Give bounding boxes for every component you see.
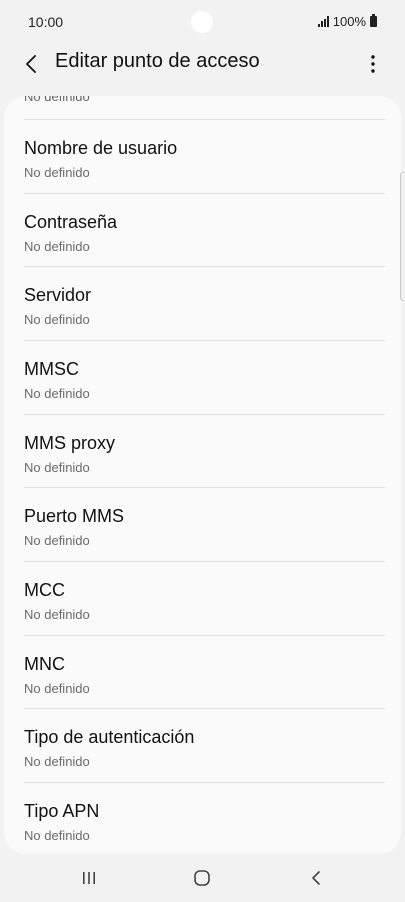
- setting-row-mcc[interactable]: MCC No definido: [4, 562, 401, 635]
- back-arrow-icon[interactable]: [20, 52, 44, 76]
- status-bar: 10:00 100%: [0, 0, 405, 44]
- setting-value: No definido: [24, 607, 90, 622]
- recents-icon[interactable]: [74, 866, 104, 890]
- setting-row-server[interactable]: Servidor No definido: [4, 267, 401, 340]
- setting-title: MMS proxy: [24, 433, 116, 453]
- battery-percentage: 100%: [332, 14, 366, 29]
- setting-row-mnc[interactable]: MNC No definido: [4, 636, 401, 709]
- setting-row-apn-type[interactable]: Tipo APN No definido: [4, 783, 401, 854]
- setting-value: No definido: [24, 754, 90, 769]
- signal-icon: [317, 16, 329, 27]
- setting-value: No definido: [24, 828, 90, 843]
- setting-title: MCC: [24, 580, 65, 600]
- setting-title: Contraseña: [24, 212, 118, 232]
- settings-card: No definido Nombre de usuario No definid…: [4, 96, 401, 854]
- setting-title: Tipo de autenticación: [24, 727, 195, 747]
- setting-title: Puerto MMS: [24, 506, 125, 526]
- setting-row-mmsc[interactable]: MMSC No definido: [4, 341, 401, 414]
- app-bar: Editar punto de acceso: [0, 44, 405, 96]
- page-title: Editar punto de acceso: [55, 50, 260, 72]
- scrollbar[interactable]: [400, 172, 404, 301]
- setting-value: No definido: [24, 312, 90, 327]
- status-indicators: 100%: [317, 14, 377, 29]
- setting-title: Servidor: [24, 285, 92, 305]
- back-icon[interactable]: [301, 866, 331, 890]
- setting-value: No definido: [24, 165, 90, 180]
- setting-value: No definido: [24, 681, 90, 696]
- clipped-previous-value: No definido: [24, 96, 90, 104]
- setting-row-auth-type[interactable]: Tipo de autenticación No definido: [4, 709, 401, 782]
- setting-row-mms-port[interactable]: Puerto MMS No definido: [4, 488, 401, 561]
- status-time: 10:00: [28, 14, 64, 30]
- setting-value: No definido: [24, 239, 90, 254]
- setting-title: Tipo APN: [24, 801, 100, 821]
- setting-value: No definido: [24, 533, 90, 548]
- battery-icon: [370, 14, 377, 27]
- camera-cutout: [191, 11, 213, 33]
- home-icon[interactable]: [187, 866, 217, 890]
- setting-row-password[interactable]: Contraseña No definido: [4, 194, 401, 267]
- navigation-bar: [0, 856, 405, 902]
- setting-title: Nombre de usuario: [24, 138, 178, 158]
- setting-value: No definido: [24, 460, 90, 475]
- setting-title: MMSC: [24, 359, 79, 379]
- setting-row-username[interactable]: Nombre de usuario No definido: [4, 120, 401, 193]
- setting-title: MNC: [24, 654, 65, 674]
- setting-row-mms-proxy[interactable]: MMS proxy No definido: [4, 415, 401, 488]
- setting-value: No definido: [24, 386, 90, 401]
- more-options-icon[interactable]: [361, 52, 385, 76]
